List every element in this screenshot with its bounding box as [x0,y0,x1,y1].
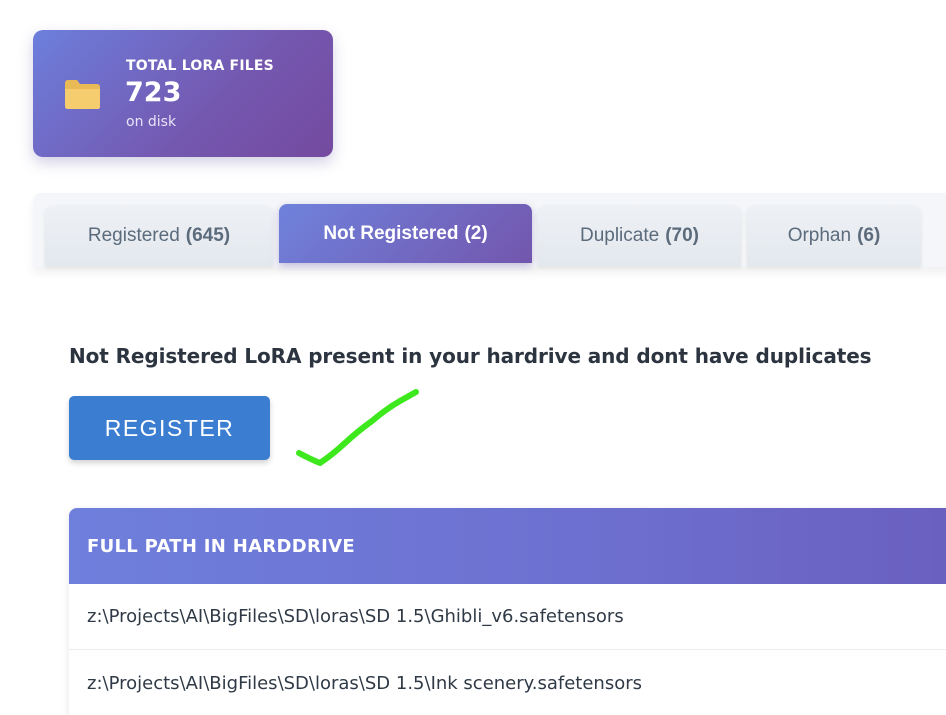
stat-label: TOTAL LORA FILES [126,58,274,74]
page: TOTAL LORA FILES 723 on disk Registered … [0,0,946,715]
tab-label: Not Registered [323,222,459,244]
tab-label: Orphan [787,224,852,246]
tab-count: (6) [857,224,881,246]
stat-value: 723 [125,77,182,108]
table-header: FULL PATH IN HARDDRIVE [69,508,946,584]
section-heading: Not Registered LoRA present in your hard… [69,344,872,368]
tab-count: (70) [665,224,699,246]
file-path-cell: z:\Projects\AI\BigFiles\SD\loras\SD 1.5\… [87,673,642,694]
tab-label: Registered [87,224,180,246]
stat-sublabel: on disk [126,114,177,130]
checkmark-annotation-icon [296,389,419,466]
table-row[interactable]: z:\Projects\AI\BigFiles\SD\loras\SD 1.5\… [69,650,946,715]
tab-duplicate[interactable]: Duplicate (70) [538,205,741,266]
tab-not-registered[interactable]: Not Registered (2) [279,204,532,263]
column-header-full-path: FULL PATH IN HARDDRIVE [87,535,355,557]
file-path-cell: z:\Projects\AI\BigFiles\SD\loras\SD 1.5\… [87,606,624,627]
tab-registered[interactable]: Registered (645) [45,205,273,266]
path-table: FULL PATH IN HARDDRIVE z:\Projects\AI\Bi… [69,508,946,715]
tab-label: Duplicate [579,224,660,246]
tab-count: (645) [185,224,231,246]
tab-count: (2) [464,222,488,244]
table-row[interactable]: z:\Projects\AI\BigFiles\SD\loras\SD 1.5\… [69,584,946,650]
tab-orphan[interactable]: Orphan (6) [747,205,921,266]
register-button[interactable]: REGISTER [69,396,270,460]
folder-icon [65,80,100,109]
total-lora-files-card: TOTAL LORA FILES 723 on disk [33,30,333,157]
